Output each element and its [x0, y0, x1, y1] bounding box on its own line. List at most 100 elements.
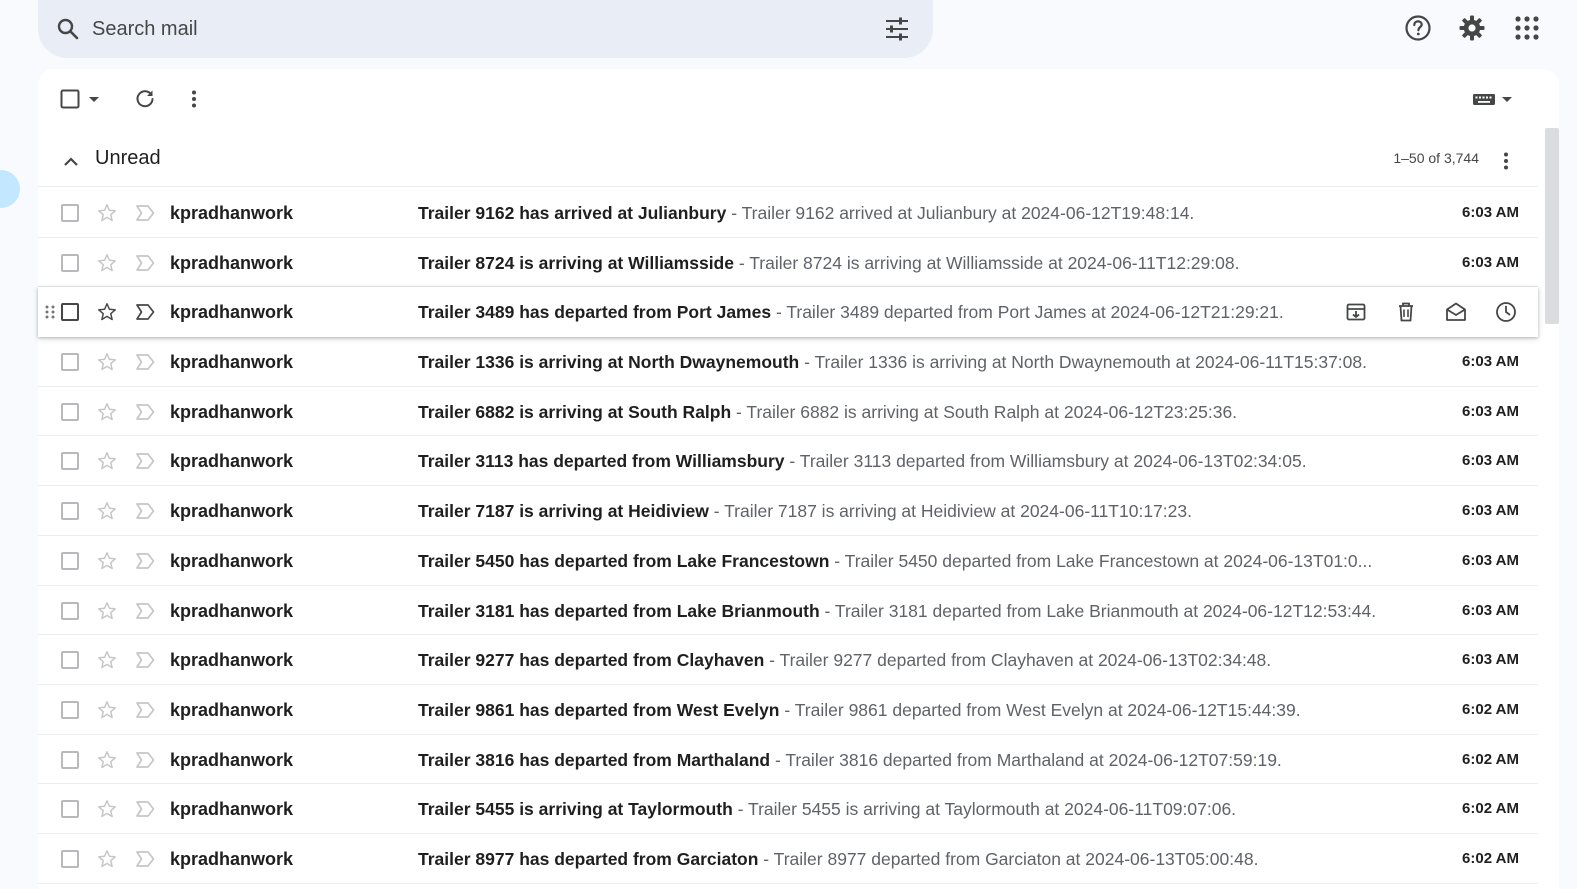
- search-icon[interactable]: [56, 17, 80, 41]
- email-row[interactable]: kpradhanwork Trailer 9277 has departed f…: [38, 635, 1538, 685]
- email-row[interactable]: kpradhanwork Trailer 9162 has arrived at…: [38, 188, 1538, 238]
- email-checkbox[interactable]: [61, 601, 79, 620]
- tune-icon[interactable]: [884, 16, 910, 42]
- email-row[interactable]: kpradhanwork Trailer 7187 is arriving at…: [38, 486, 1538, 536]
- star-icon[interactable]: [96, 749, 118, 771]
- email-row[interactable]: kpradhanwork Trailer 9861 has departed f…: [38, 684, 1538, 735]
- star-icon[interactable]: [96, 202, 118, 224]
- input-tools-dropdown-icon[interactable]: [1500, 87, 1514, 111]
- email-checkbox[interactable]: [61, 551, 79, 570]
- important-icon[interactable]: [134, 203, 156, 223]
- email-checkbox[interactable]: [61, 800, 79, 819]
- email-sender: kpradhanwork: [170, 302, 294, 323]
- important-icon[interactable]: [134, 650, 156, 670]
- star-icon[interactable]: [96, 401, 118, 423]
- keyboard-icon[interactable]: [1471, 87, 1499, 111]
- section-more-icon[interactable]: [1494, 149, 1518, 173]
- star-icon[interactable]: [96, 550, 118, 572]
- email-content: Trailer 6882 is arriving at South Ralph …: [418, 402, 1396, 423]
- email-row[interactable]: kpradhanwork Trailer 3113 has departed f…: [38, 436, 1538, 487]
- email-content: Trailer 3489 has departed from Port Jame…: [418, 302, 1396, 323]
- subject-separator: -: [731, 401, 747, 422]
- email-checkbox[interactable]: [61, 700, 79, 719]
- email-checkbox[interactable]: [61, 204, 79, 222]
- archive-icon[interactable]: [1344, 300, 1368, 324]
- star-icon[interactable]: [96, 848, 118, 870]
- drag-handle-icon[interactable]: [44, 304, 56, 320]
- star-icon[interactable]: [96, 351, 118, 373]
- search-input[interactable]: [92, 14, 852, 44]
- email-checkbox[interactable]: [61, 452, 79, 471]
- email-content: Trailer 1336 is arriving at North Dwayne…: [418, 352, 1396, 373]
- email-row[interactable]: kpradhanwork Trailer 3489 has departed f…: [38, 287, 1538, 338]
- email-checkbox[interactable]: [61, 651, 79, 670]
- star-icon[interactable]: [96, 450, 118, 472]
- important-icon[interactable]: [134, 750, 156, 770]
- star-icon[interactable]: [96, 699, 118, 721]
- important-icon[interactable]: [134, 451, 156, 471]
- important-icon[interactable]: [134, 601, 156, 621]
- email-snippet: Trailer 5450 departed from Lake Francest…: [844, 550, 1373, 571]
- mark-read-icon[interactable]: [1444, 300, 1468, 324]
- star-icon[interactable]: [96, 798, 118, 820]
- subject-separator: -: [829, 550, 845, 571]
- select-all-checkbox[interactable]: [58, 87, 82, 111]
- apps-grid-icon[interactable]: [1513, 14, 1541, 42]
- search-bar[interactable]: [38, 0, 933, 58]
- email-row[interactable]: kpradhanwork Trailer 8724 is arriving at…: [38, 237, 1538, 288]
- select-dropdown-icon[interactable]: [86, 87, 102, 111]
- email-row[interactable]: kpradhanwork Trailer 3816 has departed f…: [38, 734, 1538, 785]
- email-checkbox[interactable]: [61, 750, 79, 769]
- email-content: Trailer 5455 is arriving at Taylormouth …: [418, 799, 1396, 820]
- trash-icon[interactable]: [1394, 300, 1418, 324]
- email-row[interactable]: kpradhanwork Trailer 3181 has departed f…: [38, 585, 1538, 636]
- refresh-icon[interactable]: [133, 87, 157, 111]
- email-checkbox[interactable]: [61, 253, 79, 272]
- email-checkbox[interactable]: [61, 402, 79, 421]
- unread-section-header: Unread 1–50 of 3,744: [38, 137, 1538, 187]
- email-snippet: Trailer 3181 departed from Lake Brianmou…: [834, 600, 1377, 621]
- gear-icon[interactable]: [1458, 14, 1486, 42]
- star-icon[interactable]: [96, 600, 118, 622]
- important-icon[interactable]: [134, 799, 156, 819]
- email-snippet: Trailer 8724 is arriving at Williamsside…: [749, 252, 1240, 273]
- email-checkbox[interactable]: [61, 502, 79, 521]
- email-row[interactable]: kpradhanwork Trailer 1336 is arriving at…: [38, 337, 1538, 387]
- email-time: 6:02 AM: [1462, 700, 1519, 718]
- email-snippet: Trailer 6882 is arriving at South Ralph …: [746, 401, 1238, 422]
- important-icon[interactable]: [134, 700, 156, 720]
- scrollbar-thumb[interactable]: [1545, 128, 1559, 324]
- star-icon[interactable]: [96, 252, 118, 274]
- email-time: 6:02 AM: [1462, 750, 1519, 768]
- important-icon[interactable]: [134, 551, 156, 571]
- star-icon[interactable]: [96, 649, 118, 671]
- email-row[interactable]: kpradhanwork Trailer 6882 is arriving at…: [38, 386, 1538, 437]
- email-row[interactable]: kpradhanwork Trailer 8977 has departed f…: [38, 833, 1538, 884]
- star-icon[interactable]: [96, 500, 118, 522]
- important-icon[interactable]: [134, 402, 156, 422]
- email-subject: Trailer 9277 has departed from Clayhaven: [418, 650, 765, 671]
- subject-separator: -: [733, 252, 750, 273]
- email-row[interactable]: kpradhanwork Trailer 5450 has departed f…: [38, 535, 1538, 586]
- subject-separator: -: [708, 501, 725, 522]
- email-row[interactable]: kpradhanwork Trailer 5455 is arriving at…: [38, 784, 1538, 834]
- email-time: 6:03 AM: [1462, 353, 1519, 371]
- email-time: 6:03 AM: [1462, 551, 1519, 569]
- chevron-up-icon[interactable]: [60, 151, 82, 173]
- star-icon[interactable]: [96, 301, 118, 323]
- email-subject: Trailer 3489 has departed from Port Jame…: [418, 302, 772, 323]
- important-icon[interactable]: [134, 302, 156, 322]
- important-icon[interactable]: [134, 501, 156, 521]
- important-icon[interactable]: [134, 352, 156, 372]
- email-checkbox[interactable]: [61, 353, 79, 372]
- important-icon[interactable]: [134, 849, 156, 869]
- email-subject: Trailer 3113 has departed from Williamsb…: [418, 451, 785, 472]
- important-icon[interactable]: [134, 253, 156, 273]
- email-sender: kpradhanwork: [170, 501, 294, 522]
- more-vert-icon[interactable]: [182, 87, 206, 111]
- email-checkbox[interactable]: [61, 849, 79, 868]
- subject-separator: -: [784, 451, 800, 472]
- snooze-icon[interactable]: [1494, 300, 1518, 324]
- help-icon[interactable]: [1404, 14, 1432, 42]
- email-checkbox[interactable]: [61, 303, 79, 322]
